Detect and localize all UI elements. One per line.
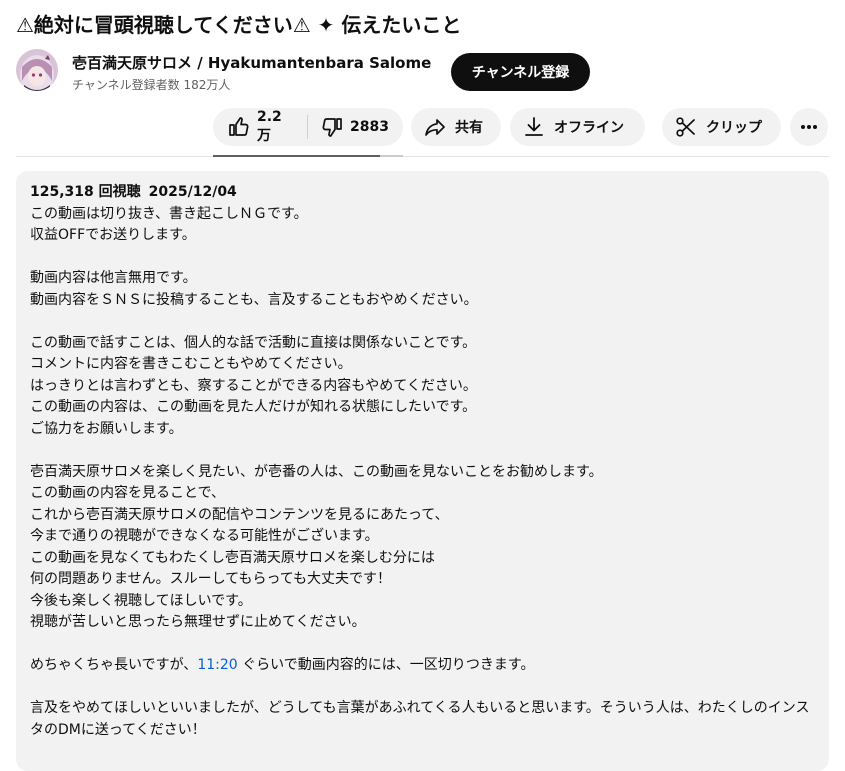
avatar-image [16, 49, 58, 91]
video-title: ⚠絶対に冒頭視聴してください⚠ ✦ 伝えたいこと [16, 13, 462, 37]
like-count: 2.2万 [257, 109, 282, 144]
subscriber-count: チャンネル登録者数 182万人 [72, 78, 231, 92]
dislike-count: 2883 [350, 119, 389, 135]
description-box[interactable]: 125,318 回視聴 2025/12/04 この動画は切り抜き、書き起こしＮＧで… [16, 171, 829, 771]
download-label: オフライン [554, 120, 624, 136]
description-line [30, 311, 815, 333]
description-line: この動画を見なくてもわたくし壱百満天原サロメを楽しむ分には [30, 549, 435, 566]
more-actions-button[interactable] [790, 108, 828, 146]
more-horizontal-icon [801, 125, 817, 129]
download-icon [525, 117, 543, 136]
like-ratio-bar [213, 155, 403, 157]
description-line: 壱百満天原サロメを楽しく見たい、が壱番の人は、この動画を見ないことをお勧めします… [30, 463, 603, 480]
scissors-icon [676, 117, 695, 137]
like-ratio-fill [213, 155, 381, 157]
timestamp-line-before: めちゃくちゃ長いですが、 [30, 657, 198, 673]
channel-avatar[interactable] [16, 49, 58, 91]
description-line: 動画内容をＳＮＳに投稿することも、言及することもおやめください。 [30, 291, 478, 308]
description-line: ご協力をお願いします。 [30, 420, 183, 437]
description-line [30, 247, 815, 269]
description-line: これから壱百満天原サロメの配信やコンテンツを見るにあたって、 [30, 506, 449, 523]
description-line: 動画内容は他言無用です。 [30, 270, 197, 286]
like-dislike-group: 2.2万 2883 [213, 108, 403, 146]
section-divider [16, 156, 830, 157]
description-line: コメントに内容を書きこむこともやめてください。 [30, 356, 352, 372]
description-line: この動画の内容を見ることで、 [30, 485, 226, 501]
download-button[interactable]: オフライン [510, 108, 645, 146]
description-line: 今まで通りの視聴ができなくなる可能性がございます。 [30, 528, 379, 544]
share-button[interactable]: 共有 [411, 108, 501, 146]
timestamp-link[interactable]: 11:20 [197, 657, 237, 673]
description-meta: 125,318 回視聴 2025/12/04 [30, 182, 815, 204]
description-blank-line [30, 677, 815, 699]
clip-label: クリップ [706, 120, 762, 136]
description-line: この動画は切り抜き、書き起こしＮＧです。 [30, 205, 308, 222]
channel-name[interactable]: 壱百満天原サロメ / Hyakumantenbara Salome [72, 52, 431, 73]
description-line: 視聴が苦しいと思ったら無理せずに止めてください。 [30, 614, 366, 630]
thumbs-up-icon [229, 117, 249, 136]
timestamp-line: めちゃくちゃ長いですが、11:20 ぐらいで動画内容的には、一区切りつきます。 [30, 655, 815, 677]
description-line: 収益OFFでお送りします。 [30, 227, 196, 243]
description-line: はっきりとは言わずとも、察することができる内容もやめてください。 [30, 377, 477, 394]
share-icon [425, 119, 445, 136]
description-line [30, 440, 815, 462]
clip-button[interactable]: クリップ [662, 108, 781, 146]
timestamp-line-after: ぐらいで動画内容的には、一区切りつきます。 [237, 657, 535, 673]
view-count: 125,318 回視聴 [30, 184, 141, 200]
subscribe-button[interactable]: チャンネル登録 [451, 53, 590, 91]
upload-date: 2025/12/04 [148, 184, 237, 200]
description-line: この動画で話すことは、個人的な話で活動に直接は関係ないことです。 [30, 334, 477, 351]
like-button[interactable]: 2.2万 [213, 108, 307, 146]
description-line: この動画の内容は、この動画を見た人だけが知れる状態にしたいです。 [30, 399, 477, 415]
share-label: 共有 [455, 120, 483, 136]
description-text: この動画は切り抜き、書き起こしＮＧです。 収益OFFでお送りします。 動画内容は他言… [30, 204, 815, 656]
description-line: 何の問題ありません。スルーしてもらっても大丈夫です！ [30, 571, 392, 587]
thumbs-down-icon [322, 118, 342, 137]
description-closing: 言及をやめてほしいといいましたが、どうしても言葉があふれてくる人もいると思います… [30, 700, 810, 738]
dislike-button[interactable]: 2883 [308, 108, 403, 146]
description-line [30, 634, 815, 656]
description-line: 今後も楽しく視聴してほしいです。 [30, 592, 252, 609]
